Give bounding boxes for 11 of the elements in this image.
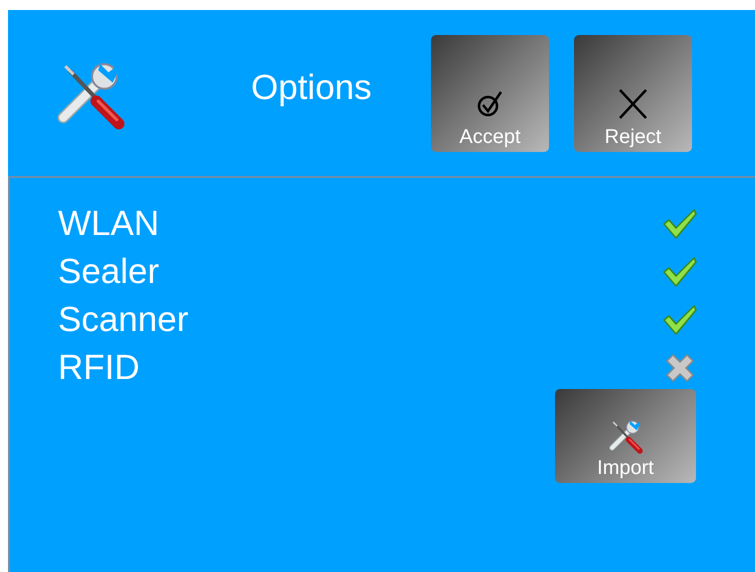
page-title: Options [251, 68, 373, 108]
tools-icon [55, 60, 127, 132]
option-label: Sealer [58, 252, 160, 292]
close-icon [618, 88, 648, 120]
option-label: Scanner [58, 300, 188, 340]
reject-button[interactable]: Reject [574, 35, 692, 152]
tools-icon [608, 419, 644, 455]
accept-button[interactable]: Accept [431, 35, 549, 152]
import-button[interactable]: Import [555, 389, 696, 483]
option-label: RFID [58, 348, 140, 388]
option-label: WLAN [58, 204, 160, 244]
